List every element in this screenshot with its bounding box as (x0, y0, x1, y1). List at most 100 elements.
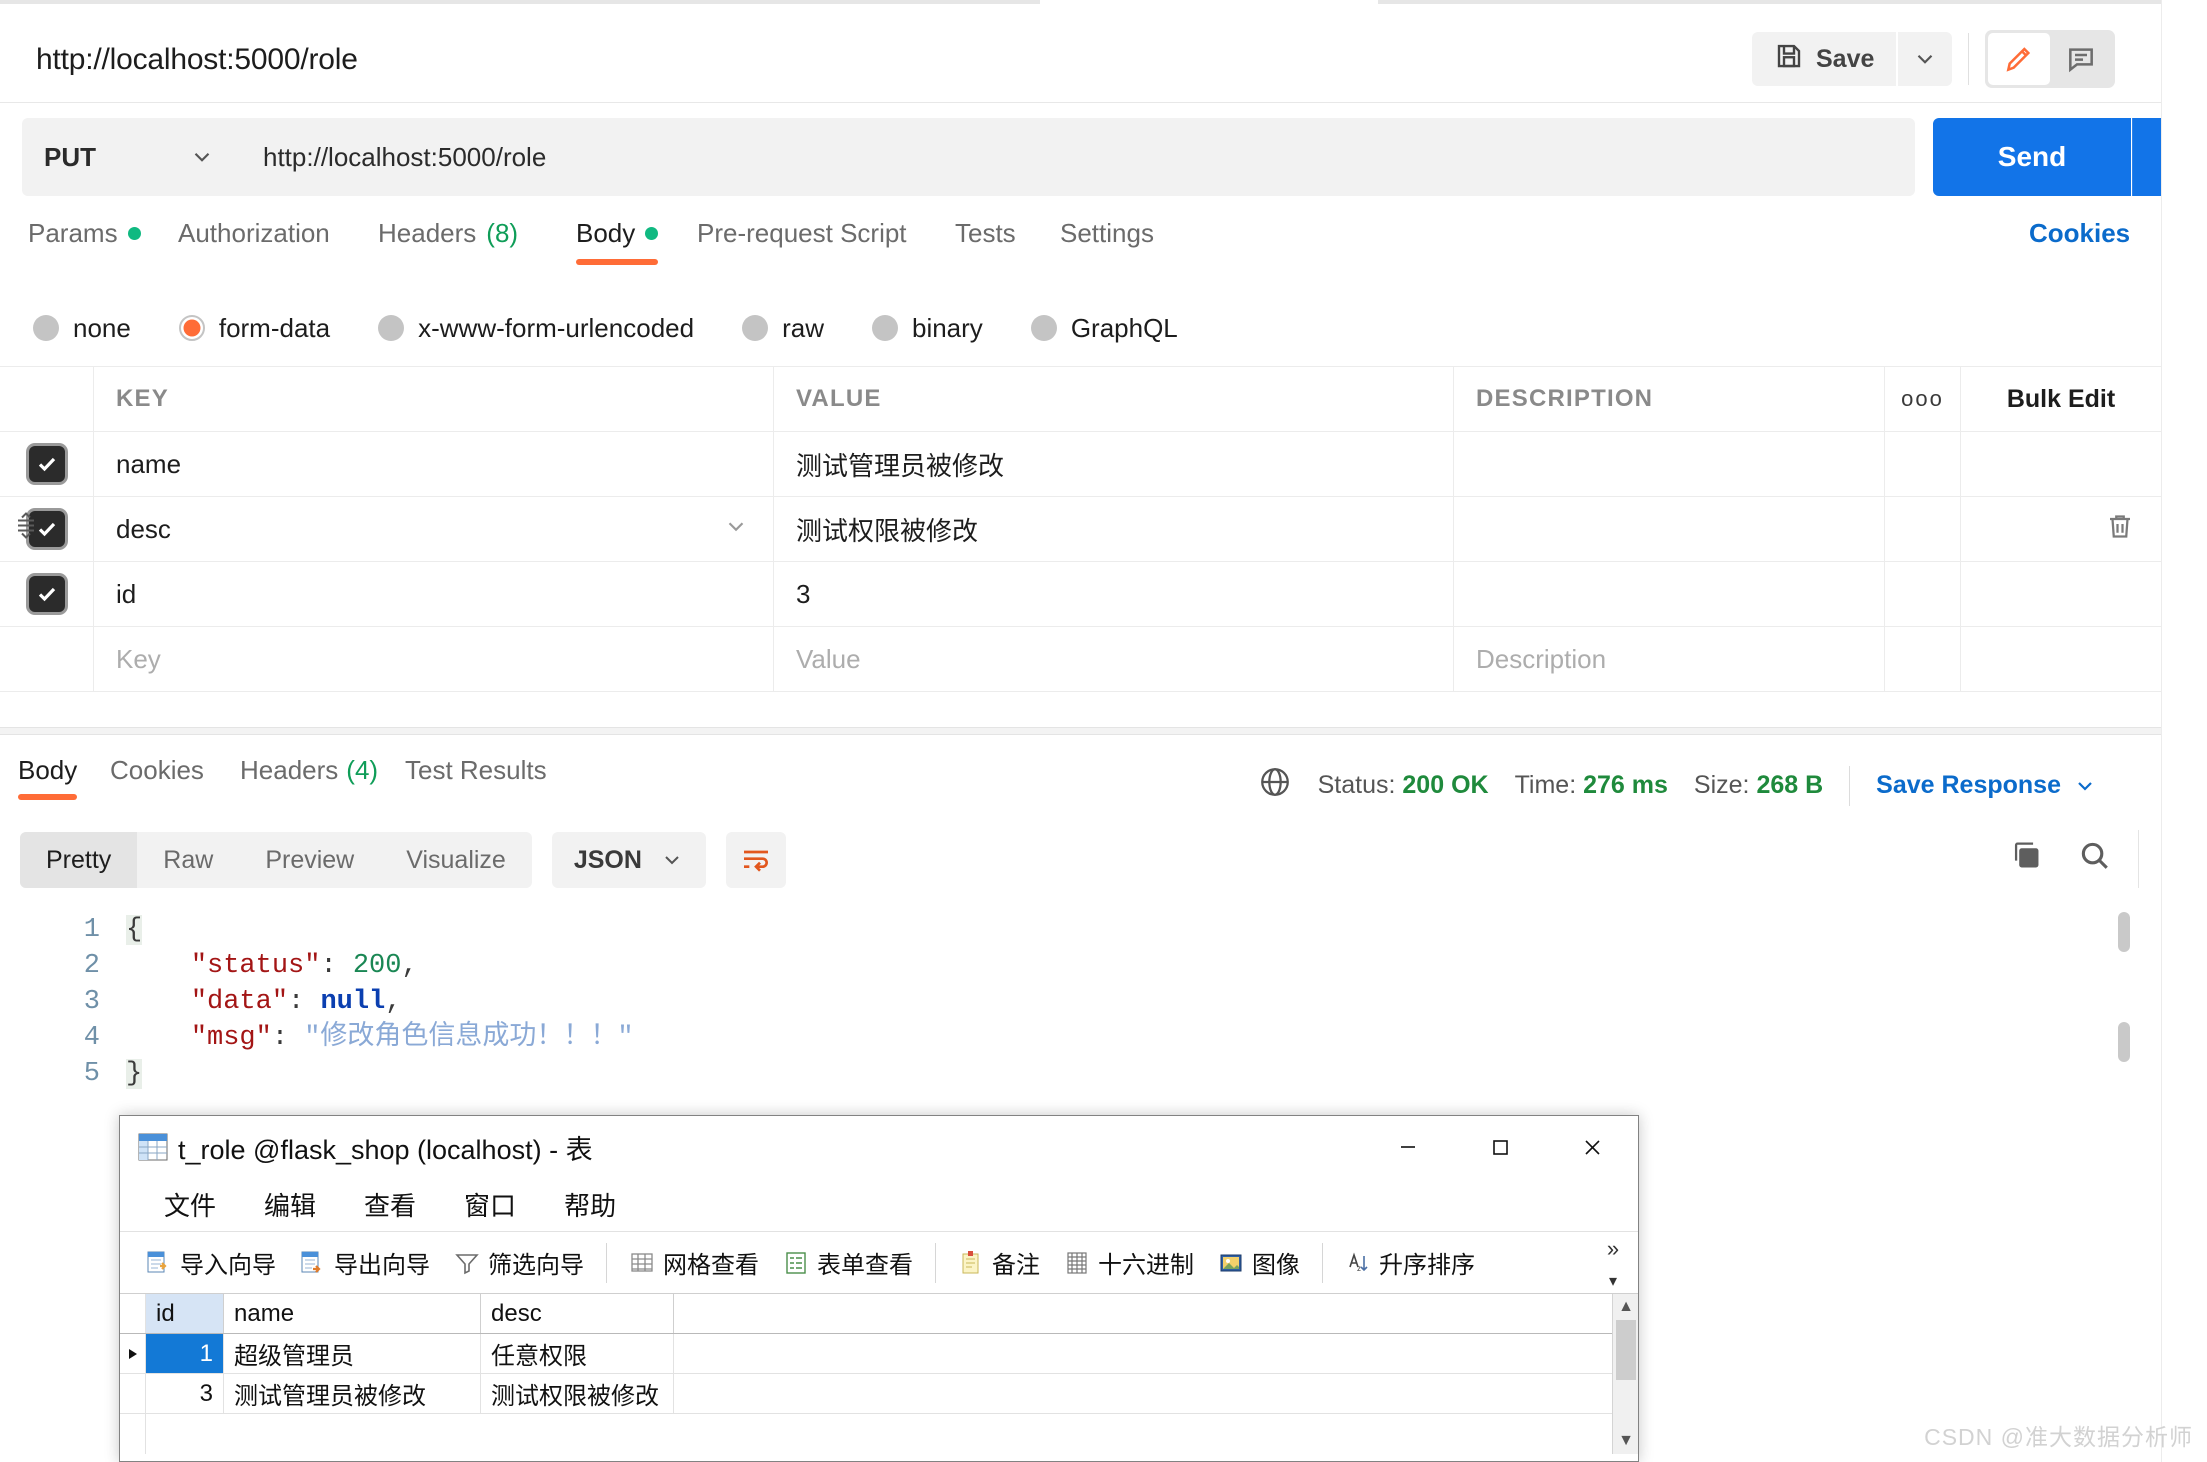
toolbar-overflow-down-icon[interactable]: ▾ (1598, 1271, 1628, 1291)
image-button[interactable]: 图像 (1206, 1245, 1312, 1280)
row-check-cell[interactable] (0, 497, 94, 561)
close-button[interactable] (1546, 1116, 1638, 1178)
code-scrollbar-top[interactable] (2118, 912, 2130, 952)
row-key[interactable]: desc (116, 514, 171, 545)
http-method-select[interactable]: PUT (22, 118, 237, 196)
menu-window[interactable]: 窗口 (440, 1186, 540, 1223)
edit-mode-button[interactable] (1988, 33, 2050, 85)
grid-col-id[interactable]: id (146, 1294, 224, 1333)
scroll-thumb[interactable] (1616, 1320, 1636, 1380)
sort-ascending-button[interactable]: z 升序排序 (1333, 1245, 1487, 1280)
scroll-down-arrow-icon[interactable]: ▼ (1613, 1428, 1639, 1454)
menu-view[interactable]: 查看 (340, 1186, 440, 1223)
row-value[interactable]: 测试管理员被修改 (796, 446, 1004, 483)
body-type-binary[interactable]: binary (872, 313, 983, 344)
filter-wizard-button[interactable]: 筛选向导 (442, 1245, 596, 1280)
menu-help[interactable]: 帮助 (540, 1186, 640, 1223)
copy-icon[interactable] (2009, 838, 2043, 877)
row-chevron-down-icon[interactable] (723, 514, 749, 545)
import-wizard-button[interactable]: 导入向导 (134, 1245, 288, 1280)
table-options-button[interactable]: ooo (1901, 386, 1944, 412)
table-row[interactable]: desc 测试权限被修改 (0, 497, 2161, 562)
comment-button[interactable] (2050, 33, 2112, 85)
view-raw-button[interactable]: Raw (137, 832, 239, 888)
row-key[interactable]: id (116, 579, 136, 610)
table-row-empty[interactable]: Key Value Description (0, 627, 2161, 692)
export-wizard-button[interactable]: 导出向导 (288, 1245, 442, 1280)
hex-button[interactable]: 十六进制 (1052, 1245, 1206, 1280)
memo-button[interactable]: 备注 (946, 1245, 1052, 1280)
view-preview-button[interactable]: Preview (239, 832, 380, 888)
response-tab-body[interactable]: Body (18, 755, 77, 786)
response-format-select[interactable]: JSON (552, 832, 706, 888)
tab-body[interactable]: Body (576, 218, 658, 249)
grid-cell-blank (146, 1414, 224, 1454)
row-check-cell[interactable] (0, 562, 94, 626)
grid-cell-desc[interactable]: 任意权限 (481, 1334, 674, 1373)
body-type-graphql[interactable]: GraphQL (1031, 313, 1178, 344)
tab-settings[interactable]: Settings (1060, 218, 1154, 249)
tab-pre-request-script[interactable]: Pre-request Script (697, 218, 907, 249)
url-input[interactable]: http://localhost:5000/role (237, 118, 1915, 196)
minimize-button[interactable] (1362, 1116, 1454, 1178)
menu-edit[interactable]: 编辑 (240, 1186, 340, 1223)
navicat-window[interactable]: t_role @flask_shop (localhost) - 表 文件 编辑… (119, 1115, 1639, 1462)
save-response-label: Save Response (1876, 771, 2061, 800)
view-visualize-button[interactable]: Visualize (380, 832, 532, 888)
menu-file[interactable]: 文件 (140, 1186, 240, 1223)
send-button[interactable]: Send (1933, 118, 2131, 196)
body-type-form-data[interactable]: form-data (179, 313, 330, 344)
drag-handle-icon[interactable] (14, 512, 38, 547)
tab-params[interactable]: Params (28, 218, 141, 249)
body-type-urlencoded[interactable]: x-www-form-urlencoded (378, 313, 694, 344)
tab-headers[interactable]: Headers (8) (378, 218, 518, 249)
delete-row-icon[interactable] (2105, 512, 2135, 547)
body-type-raw[interactable]: raw (742, 313, 824, 344)
body-type-none[interactable]: none (33, 313, 131, 344)
new-description-input[interactable]: Description (1476, 644, 1606, 675)
response-tab-test-results[interactable]: Test Results (405, 755, 547, 786)
response-body-code[interactable]: 1 2 3 4 5 { "status": 200, "data": null,… (0, 912, 2130, 1092)
checkbox-checked-icon[interactable] (29, 576, 65, 612)
navicat-title-bar[interactable]: t_role @flask_shop (localhost) - 表 (120, 1116, 1638, 1178)
grid-row[interactable]: 3 测试管理员被修改 测试权限被修改 (120, 1374, 1638, 1414)
grid-view-button[interactable]: 网格查看 (617, 1245, 771, 1280)
grid-col-desc[interactable]: desc (481, 1294, 674, 1333)
save-dropdown-button[interactable] (1898, 32, 1952, 86)
maximize-button[interactable] (1454, 1116, 1546, 1178)
response-tab-headers[interactable]: Headers (4) (240, 755, 378, 786)
new-key-input[interactable]: Key (116, 644, 161, 675)
tab-tests[interactable]: Tests (955, 218, 1016, 249)
save-response-button[interactable]: Save Response (1876, 771, 2097, 800)
code-scrollbar-bottom[interactable] (2118, 1022, 2130, 1062)
toolbar-overflow-button[interactable]: » (1598, 1236, 1628, 1262)
response-tab-cookies[interactable]: Cookies (110, 755, 204, 786)
grid-cell-id[interactable]: 3 (146, 1374, 224, 1413)
row-check-cell[interactable] (0, 432, 94, 496)
grid-vertical-scrollbar[interactable]: ▲ ▼ (1612, 1294, 1638, 1454)
row-key[interactable]: name (116, 449, 181, 480)
tab-authorization[interactable]: Authorization (178, 218, 330, 249)
bulk-edit-button[interactable]: Bulk Edit (2007, 385, 2115, 414)
row-delete-cell[interactable] (1961, 497, 2161, 561)
cookies-link[interactable]: Cookies (2029, 218, 2130, 249)
row-value[interactable]: 测试权限被修改 (796, 511, 978, 548)
view-pretty-button[interactable]: Pretty (20, 832, 137, 888)
table-row[interactable]: id 3 (0, 562, 2161, 627)
table-row[interactable]: name 测试管理员被修改 (0, 432, 2161, 497)
grid-cell-desc[interactable]: 测试权限被修改 (481, 1374, 674, 1413)
grid-cell-name[interactable]: 测试管理员被修改 (224, 1374, 481, 1413)
scroll-up-arrow-icon[interactable]: ▲ (1613, 1294, 1639, 1320)
grid-cell-id[interactable]: 1 (146, 1334, 224, 1373)
grid-row[interactable]: 1 超级管理员 任意权限 (120, 1334, 1638, 1374)
grid-col-name[interactable]: name (224, 1294, 481, 1333)
grid-cell-name[interactable]: 超级管理员 (224, 1334, 481, 1373)
form-view-button[interactable]: 表单查看 (771, 1245, 925, 1280)
search-icon[interactable] (2077, 838, 2111, 877)
wrap-lines-button[interactable] (726, 832, 786, 888)
row-value[interactable]: 3 (796, 579, 810, 610)
new-value-input[interactable]: Value (796, 644, 861, 675)
save-button[interactable]: Save (1752, 32, 1896, 86)
checkbox-checked-icon[interactable] (29, 446, 65, 482)
panel-splitter[interactable] (0, 727, 2161, 735)
